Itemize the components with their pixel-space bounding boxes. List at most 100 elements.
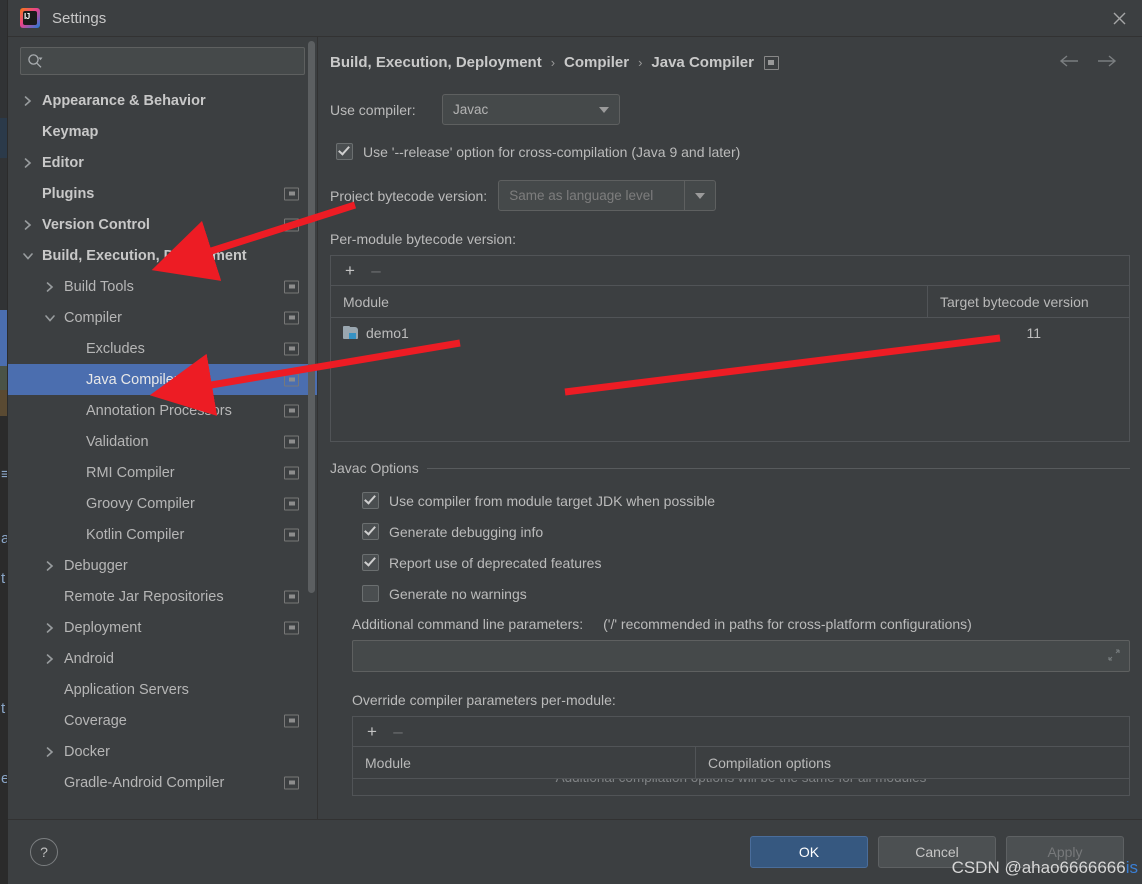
chevron-right-icon[interactable] [42, 622, 58, 634]
close-icon[interactable] [1096, 0, 1142, 36]
sidebar-item-docker[interactable]: Docker [8, 736, 317, 767]
search-input[interactable] [43, 52, 298, 70]
sidebar-item-label: Remote Jar Repositories [64, 588, 224, 605]
sidebar-item-validation[interactable]: Validation [8, 426, 317, 457]
sidebar-item-rmi-compiler[interactable]: RMI Compiler [8, 457, 317, 488]
checkbox-report-deprecated[interactable]: Report use of deprecated features [362, 554, 1130, 571]
column-header-compilation-options[interactable]: Compilation options [695, 747, 1129, 778]
cell-target-bytecode: 11 [1026, 324, 1041, 341]
override-params-label: Override compiler parameters per-module: [352, 692, 616, 708]
additional-params-input[interactable] [361, 647, 1107, 665]
checkbox-generate-no-warnings[interactable]: Generate no warnings [362, 585, 1130, 602]
chevron-right-icon[interactable] [42, 653, 58, 665]
sidebar-item-label: Appearance & Behavior [42, 92, 206, 109]
help-button[interactable]: ? [30, 838, 58, 866]
release-option-checkbox[interactable]: Use '--release' option for cross-compila… [336, 143, 1130, 160]
additional-params-hint: ('/' recommended in paths for cross-plat… [603, 616, 972, 632]
dialog-footer: ? OK Cancel Apply [8, 819, 1142, 884]
sidebar-item-coverage[interactable]: Coverage [8, 705, 317, 736]
sidebar-item-label: Version Control [42, 216, 150, 233]
sidebar-item-label: Debugger [64, 557, 128, 574]
sidebar-item-keymap[interactable]: Keymap [8, 116, 317, 147]
sidebar-item-appearance-behavior[interactable]: Appearance & Behavior [8, 85, 317, 116]
chevron-right-icon[interactable] [42, 281, 58, 293]
column-header-module[interactable]: Module [353, 755, 695, 771]
settings-sidebar: Appearance & Behavior Keymap Editor Plugins… [8, 37, 318, 819]
sidebar-item-groovy-compiler[interactable]: Groovy Compiler [8, 488, 317, 519]
release-option-label: Use '--release' option for cross-compila… [363, 143, 741, 160]
per-module-table: + – Module Target bytecode version demo1… [330, 255, 1130, 442]
column-header-target-bytecode[interactable]: Target bytecode version [927, 286, 1129, 317]
ok-button[interactable]: OK [750, 836, 868, 868]
breadcrumb-item-1[interactable]: Compiler [564, 54, 629, 71]
sidebar-item-debugger[interactable]: Debugger [8, 550, 317, 581]
chevron-down-icon[interactable] [684, 181, 715, 210]
settings-dialog: IJ Settings Appearance & Behavior Keymap… [8, 0, 1142, 884]
add-module-button[interactable]: + [339, 260, 361, 282]
sidebar-item-gradle-android-compiler[interactable]: Gradle-Android Compiler [8, 767, 317, 798]
checkbox-generate-debugging-info[interactable]: Generate debugging info [362, 523, 1130, 540]
sidebar-item-label: Build, Execution, Deployment [42, 247, 247, 264]
project-bytecode-dropdown[interactable]: Same as language level [498, 180, 717, 211]
cancel-button[interactable]: Cancel [878, 836, 996, 868]
sidebar-item-label: Editor [42, 154, 84, 171]
chevron-right-icon[interactable] [20, 219, 36, 231]
intellij-idea-logo-icon: IJ [20, 8, 40, 28]
sidebar-item-label: Java Compiler [86, 371, 179, 388]
project-settings-badge-icon [284, 621, 299, 634]
project-settings-badge-icon [284, 466, 299, 479]
checkbox-label: Generate debugging info [389, 523, 544, 540]
chevron-right-icon[interactable] [20, 157, 36, 169]
use-compiler-dropdown[interactable]: Javac [442, 94, 620, 125]
settings-content: Build, Execution, Deployment › Compiler … [318, 37, 1142, 819]
per-module-label: Per-module bytecode version: [330, 231, 516, 247]
sidebar-item-excludes[interactable]: Excludes [8, 333, 317, 364]
sidebar-item-application-servers[interactable]: Application Servers [8, 674, 317, 705]
search-box[interactable] [20, 47, 305, 75]
sidebar-item-android[interactable]: Android [8, 643, 317, 674]
chevron-right-icon[interactable] [42, 560, 58, 572]
sidebar-item-version-control[interactable]: Version Control [8, 209, 317, 240]
arrow-right-icon[interactable] [1096, 53, 1118, 72]
sidebar-scrollbar[interactable] [308, 41, 315, 593]
sidebar-item-java-compiler[interactable]: Java Compiler [8, 364, 317, 395]
per-module-toolbar: + – [331, 256, 1129, 286]
sidebar-item-annotation-processors[interactable]: Annotation Processors [8, 395, 317, 426]
additional-params-field[interactable] [352, 640, 1130, 672]
sidebar-item-kotlin-compiler[interactable]: Kotlin Compiler [8, 519, 317, 550]
breadcrumb-item-0[interactable]: Build, Execution, Deployment [330, 54, 542, 71]
remove-override-button[interactable]: – [387, 721, 409, 743]
sidebar-item-label: Annotation Processors [86, 402, 232, 419]
breadcrumb-item-2[interactable]: Java Compiler [651, 54, 754, 71]
table-row[interactable]: demo1 11 [331, 318, 1129, 347]
project-bytecode-label: Project bytecode version: [330, 187, 488, 204]
chevron-right-icon[interactable] [20, 95, 36, 107]
sidebar-item-label: Coverage [64, 712, 127, 729]
expand-field-icon[interactable] [1107, 648, 1121, 665]
group-divider [426, 467, 1130, 469]
sidebar-item-compiler[interactable]: Compiler [8, 302, 317, 333]
additional-params-label-row: Additional command line parameters: ('/'… [352, 616, 1130, 632]
apply-button[interactable]: Apply [1006, 836, 1124, 868]
sidebar-item-build-execution-deployment[interactable]: Build, Execution, Deployment [8, 240, 317, 271]
sidebar-item-build-tools[interactable]: Build Tools [8, 271, 317, 302]
dialog-titlebar: IJ Settings [8, 0, 1142, 36]
sidebar-item-label: Groovy Compiler [86, 495, 195, 512]
sidebar-item-plugins[interactable]: Plugins [8, 178, 317, 209]
sidebar-item-remote-jar-repositories[interactable]: Remote Jar Repositories [8, 581, 317, 612]
checkbox-use-compiler-module-jdk[interactable]: Use compiler from module target JDK when… [362, 492, 1130, 509]
project-settings-badge-icon [284, 187, 299, 200]
sidebar-item-deployment[interactable]: Deployment [8, 612, 317, 643]
checkbox-box [336, 143, 353, 160]
chevron-down-icon[interactable] [42, 313, 58, 323]
remove-module-button[interactable]: – [365, 260, 387, 282]
add-override-button[interactable]: + [361, 721, 383, 743]
chevron-down-icon [589, 106, 619, 113]
sidebar-item-editor[interactable]: Editor [8, 147, 317, 178]
chevron-right-icon[interactable] [42, 746, 58, 758]
chevron-down-icon[interactable] [20, 251, 36, 261]
module-folder-icon [343, 325, 359, 340]
column-header-module[interactable]: Module [331, 294, 927, 310]
checkbox-box [362, 554, 379, 571]
arrow-left-icon[interactable] [1058, 53, 1080, 72]
